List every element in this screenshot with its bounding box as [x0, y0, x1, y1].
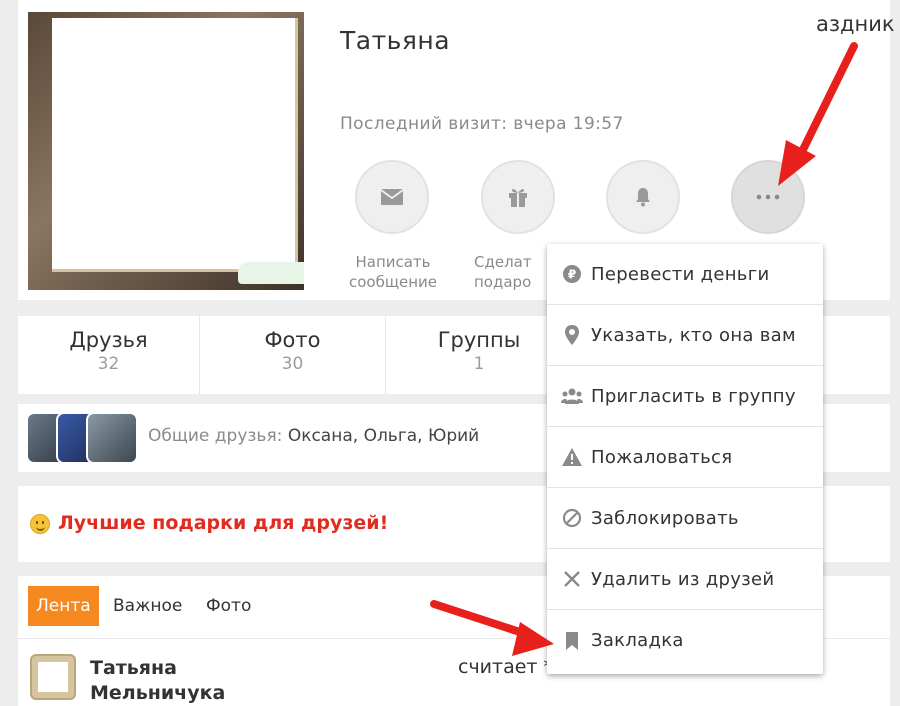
menu-item-specify-relation[interactable]: Указать, кто она вам — [547, 305, 823, 366]
close-icon — [561, 568, 583, 590]
send-gift-button[interactable] — [481, 160, 555, 234]
caption-line: подаро — [474, 273, 532, 291]
send-gift-caption[interactable]: Сделат подаро — [474, 252, 546, 292]
profile-avatar[interactable] — [28, 12, 304, 290]
stat-count: 30 — [281, 354, 304, 374]
mutual-friends-avatars — [26, 412, 138, 464]
menu-item-label: Удалить из друзей — [591, 568, 775, 590]
menu-item-label: Пригласить в группу — [591, 385, 796, 407]
send-message-button[interactable] — [355, 160, 429, 234]
menu-item-label: Закладка — [591, 630, 684, 651]
smile-icon — [30, 514, 50, 534]
block-icon — [561, 507, 583, 529]
stat-label: Группы — [437, 328, 521, 352]
menu-item-label: Заблокировать — [591, 507, 739, 529]
money-icon: ₽ — [561, 263, 583, 285]
last-visit-text: Последний визит: вчера 19:57 — [340, 114, 624, 134]
stat-label: Друзья — [69, 328, 148, 352]
menu-item-bookmark[interactable]: Закладка — [547, 610, 823, 671]
group-icon — [561, 385, 583, 407]
stat-friends[interactable]: Друзья 32 — [18, 316, 200, 394]
caption-line: Сделат — [474, 253, 532, 271]
envelope-icon — [380, 189, 404, 205]
location-pin-icon — [561, 324, 583, 346]
more-options-menu: ₽ Перевести деньги Указать, кто она вам … — [547, 244, 823, 674]
notifications-button[interactable] — [606, 160, 680, 234]
avatar-photo — [52, 18, 298, 272]
annotation-arrow-bookmark — [430, 600, 554, 656]
stat-photo[interactable]: Фото 30 — [200, 316, 386, 394]
promo-text[interactable]: Лучшие подарки для друзей! — [58, 512, 388, 534]
stat-holidays[interactable]: аздник — [816, 12, 895, 36]
bookmark-icon — [561, 630, 583, 652]
tab-feed[interactable]: Лента — [28, 586, 99, 626]
avatar-sticker — [238, 262, 304, 284]
gift-icon — [509, 189, 527, 207]
stat-count: 1 — [473, 354, 485, 374]
avatar — [86, 412, 138, 464]
caption-line: сообщение — [349, 273, 437, 291]
stat-label: Фото — [264, 328, 321, 352]
post-author-last: Мельничука — [90, 682, 226, 704]
warning-icon — [561, 446, 583, 468]
tab-photo[interactable]: Фото — [206, 586, 251, 626]
mutual-friends-prefix: Общие друзья: — [148, 426, 288, 446]
menu-item-label: Указать, кто она вам — [591, 324, 796, 346]
tab-important[interactable]: Важное — [113, 586, 182, 626]
menu-item-label: Перевести деньги — [591, 263, 770, 285]
post-author-name[interactable]: Татьяна Мельничука — [90, 656, 225, 706]
stat-count: 32 — [97, 354, 120, 374]
bell-icon — [636, 188, 650, 207]
mutual-friends-text: Общие друзья: Оксана, Ольга, Юрий — [148, 426, 479, 446]
menu-item-transfer-money[interactable]: ₽ Перевести деньги — [547, 244, 823, 305]
menu-item-report[interactable]: Пожаловаться — [547, 427, 823, 488]
svg-text:₽: ₽ — [568, 268, 576, 282]
menu-item-remove-friend[interactable]: Удалить из друзей — [547, 549, 823, 610]
stat-groups[interactable]: Группы 1 — [386, 316, 572, 394]
menu-item-block[interactable]: Заблокировать — [547, 488, 823, 549]
menu-item-label: Пожаловаться — [591, 446, 733, 468]
caption-line: Написать — [355, 253, 431, 271]
annotation-arrow-more-button — [778, 42, 858, 186]
profile-name: Татьяна — [340, 26, 451, 55]
post-author-first: Татьяна — [90, 657, 177, 679]
menu-item-invite-group[interactable]: Пригласить в группу — [547, 366, 823, 427]
send-message-caption[interactable]: Написать сообщение — [340, 252, 446, 292]
post-author-avatar[interactable] — [30, 654, 76, 700]
mutual-friends-names[interactable]: Оксана, Ольга, Юрий — [288, 426, 479, 446]
